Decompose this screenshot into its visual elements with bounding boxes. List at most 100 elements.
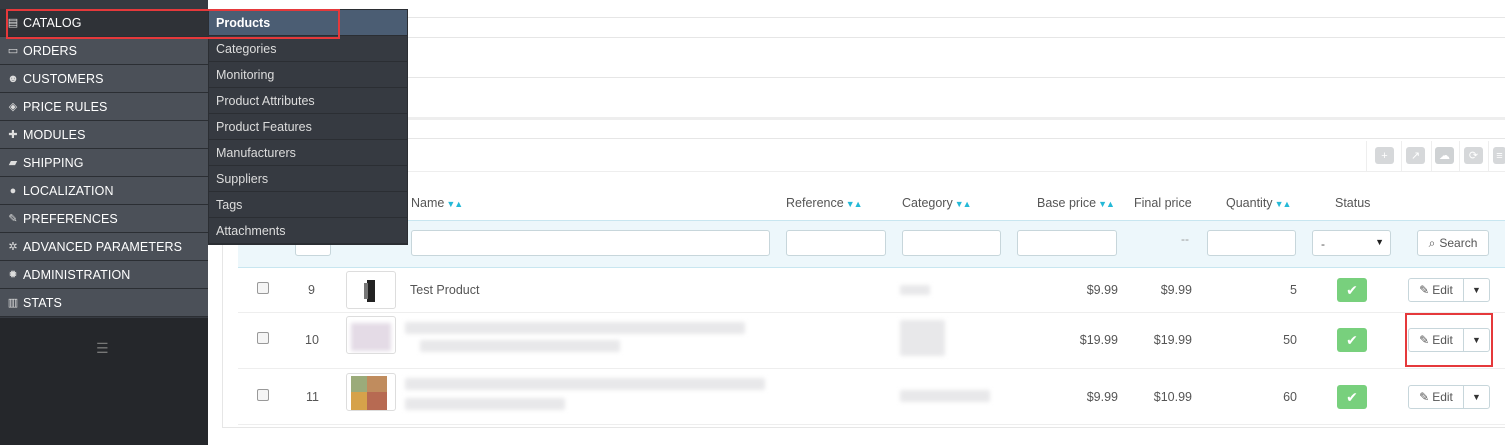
sidebar-item-administration[interactable]: ✹ ADMINISTRATION xyxy=(0,261,208,289)
refresh-icon[interactable]: ⟳ xyxy=(1464,147,1483,164)
edit-button[interactable]: ✎ Edit xyxy=(1409,386,1464,408)
sort-arrows-icon[interactable]: ▼▲ xyxy=(955,199,972,209)
blurred-category xyxy=(900,285,930,295)
sidebar-item-catalog[interactable]: ▤ CATALOG xyxy=(0,9,208,37)
dropdown-caret-icon[interactable]: ▼ xyxy=(1464,386,1489,408)
row-checkbox[interactable] xyxy=(257,389,269,401)
row-id: 11 xyxy=(306,390,319,404)
sidebar-item-preferences[interactable]: ✎ PREFERENCES xyxy=(0,205,208,233)
add-icon[interactable]: + xyxy=(1375,147,1394,164)
sidebar-item-localization[interactable]: ● LOCALIZATION xyxy=(0,177,208,205)
base-price-filter-input[interactable] xyxy=(1017,230,1117,256)
cogs-icon: ✲ xyxy=(8,241,18,253)
final-price: $19.99 xyxy=(1153,333,1192,347)
search-button[interactable]: ⌕ Search xyxy=(1417,230,1489,256)
product-thumbnail xyxy=(346,271,396,309)
quantity: 5 xyxy=(1290,283,1297,297)
submenu-item-attachments[interactable]: Attachments xyxy=(209,218,407,244)
submenu-item-suppliers[interactable]: Suppliers xyxy=(209,166,407,192)
sidebar: ▤ CATALOG ▭ ORDERS ☻ CUSTOMERS ◈ PRICE RULES… xyxy=(0,0,208,445)
row-checkbox[interactable] xyxy=(257,282,269,294)
blurred-category xyxy=(900,320,945,356)
credit-card-icon: ▭ xyxy=(7,45,19,57)
menu-collapse-icon[interactable]: ☰ xyxy=(96,340,109,357)
product-thumbnail xyxy=(346,316,396,354)
submenu-item-monitoring[interactable]: Monitoring xyxy=(209,62,407,88)
sidebar-item-price-rules[interactable]: ◈ PRICE RULES xyxy=(0,93,208,121)
quantity-filter-input[interactable] xyxy=(1207,230,1296,256)
col-name[interactable]: Name ▼▲ xyxy=(411,196,463,210)
final-price: $9.99 xyxy=(1160,283,1192,297)
col-quantity[interactable]: Quantity ▼▲ xyxy=(1226,196,1292,210)
users-icon: ☻ xyxy=(7,72,19,85)
divider xyxy=(218,77,1505,78)
bar-chart-icon: ▥ xyxy=(7,297,19,309)
submenu-item-categories[interactable]: Categories xyxy=(209,36,407,62)
edit-button-group[interactable]: ✎ Edit ▼ xyxy=(1408,278,1490,302)
submenu-item-product-attributes[interactable]: Product Attributes xyxy=(209,88,407,114)
sort-arrows-icon[interactable]: ▼▲ xyxy=(1098,199,1115,209)
col-final-price: Final price xyxy=(1134,196,1192,210)
base-price: $9.99 xyxy=(1086,390,1118,404)
col-base-price[interactable]: Base price ▼▲ xyxy=(1037,196,1115,210)
final-price: $10.99 xyxy=(1153,390,1192,404)
cog-icon: ✹ xyxy=(8,269,18,281)
reference-filter-input[interactable] xyxy=(786,230,886,256)
divider xyxy=(218,37,1505,38)
final-price-filter-placeholder: -- xyxy=(1181,232,1189,246)
submenu-item-tags[interactable]: Tags xyxy=(209,192,407,218)
status-enabled-check-icon[interactable]: ✔ xyxy=(1337,278,1367,302)
submenu-item-products[interactable]: Products xyxy=(209,10,407,36)
row-checkbox[interactable] xyxy=(257,332,269,344)
blurred-product-name xyxy=(405,398,565,410)
col-status: Status xyxy=(1335,196,1371,210)
puzzle-icon: ✚ xyxy=(8,129,18,141)
row-id: 10 xyxy=(305,333,319,347)
divider xyxy=(218,117,1505,120)
sidebar-item-stats[interactable]: ▥ STATS xyxy=(0,289,208,317)
status-enabled-check-icon[interactable]: ✔ xyxy=(1337,385,1367,409)
edit-button[interactable]: ✎ Edit xyxy=(1409,329,1464,351)
dropdown-caret-icon[interactable]: ▼ xyxy=(1464,329,1489,351)
edit-button-group[interactable]: ✎ Edit ▼ xyxy=(1408,328,1490,352)
blurred-category xyxy=(900,390,990,402)
edit-button[interactable]: ✎ Edit xyxy=(1409,279,1464,301)
blurred-product-name xyxy=(405,322,745,334)
search-icon: ⌕ xyxy=(1428,235,1436,250)
cloud-upload-icon[interactable]: ☁ xyxy=(1435,147,1454,164)
database-icon[interactable]: ≡ xyxy=(1493,147,1505,164)
quantity: 60 xyxy=(1283,390,1297,404)
col-category[interactable]: Category ▼▲ xyxy=(902,196,972,210)
status-filter-select[interactable]: - ▼ xyxy=(1312,230,1391,256)
sidebar-footer xyxy=(0,318,208,445)
dropdown-caret-icon[interactable]: ▼ xyxy=(1464,279,1489,301)
sort-arrows-icon[interactable]: ▼▲ xyxy=(846,199,863,209)
book-icon: ▤ xyxy=(7,17,19,29)
sidebar-item-shipping[interactable]: ▰ SHIPPING xyxy=(0,149,208,177)
blurred-product-name xyxy=(405,378,765,390)
blurred-product-name xyxy=(420,340,620,352)
sidebar-menu: ▤ CATALOG ▭ ORDERS ☻ CUSTOMERS ◈ PRICE RULES… xyxy=(0,9,208,317)
pencil-icon: ✎ xyxy=(1419,283,1430,297)
pencil-icon: ✎ xyxy=(1419,390,1430,404)
truck-icon: ▰ xyxy=(8,157,18,169)
submenu-item-product-features[interactable]: Product Features xyxy=(209,114,407,140)
sidebar-item-modules[interactable]: ✚ MODULES xyxy=(0,121,208,149)
quantity: 50 xyxy=(1283,333,1297,347)
export-icon[interactable]: ↗ xyxy=(1406,147,1425,164)
category-filter-input[interactable] xyxy=(902,230,1001,256)
sort-arrows-icon[interactable]: ▼▲ xyxy=(1275,199,1292,209)
submenu-item-manufacturers[interactable]: Manufacturers xyxy=(209,140,407,166)
sidebar-item-customers[interactable]: ☻ CUSTOMERS xyxy=(0,65,208,93)
base-price: $9.99 xyxy=(1086,283,1118,297)
sidebar-item-advanced-parameters[interactable]: ✲ ADVANCED PARAMETERS xyxy=(0,233,208,261)
edit-button-group[interactable]: ✎ Edit ▼ xyxy=(1408,385,1490,409)
col-reference[interactable]: Reference ▼▲ xyxy=(786,196,863,210)
status-enabled-check-icon[interactable]: ✔ xyxy=(1337,328,1367,352)
sidebar-item-orders[interactable]: ▭ ORDERS xyxy=(0,37,208,65)
product-name: Test Product xyxy=(410,283,480,297)
caret-down-icon: ▼ xyxy=(1375,237,1384,247)
name-filter-input[interactable] xyxy=(411,230,770,256)
divider xyxy=(218,17,1505,18)
sort-arrows-icon[interactable]: ▼▲ xyxy=(446,199,463,209)
